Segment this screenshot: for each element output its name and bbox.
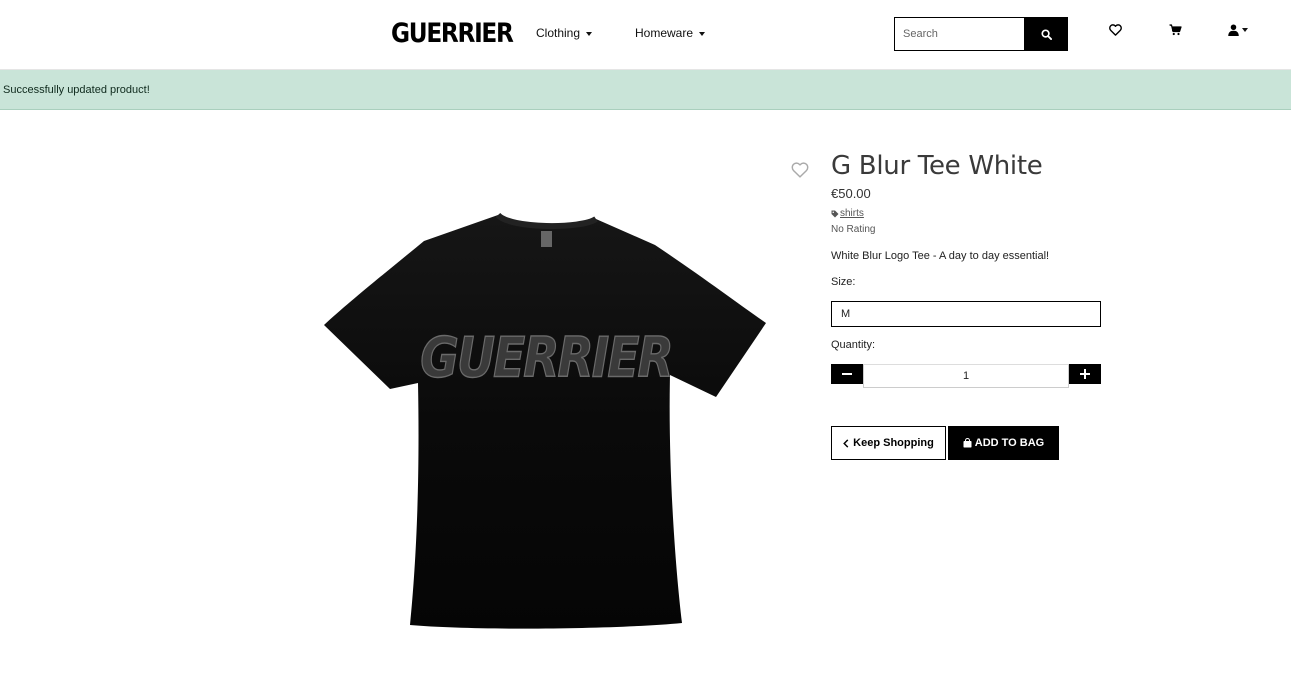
add-to-wishlist-button[interactable] xyxy=(791,162,809,183)
product-price: €50.00 xyxy=(831,186,871,201)
add-to-bag-button[interactable]: ADD TO BAG xyxy=(948,426,1059,460)
quantity-input[interactable] xyxy=(863,364,1069,388)
chevron-left-icon xyxy=(843,438,849,448)
size-label: Size: xyxy=(831,276,856,288)
product-description: White Blur Logo Tee - A day to day essen… xyxy=(831,250,1050,262)
account-menu[interactable] xyxy=(1228,22,1248,38)
success-alert: Successfully updated product! xyxy=(0,70,1291,110)
cart-icon xyxy=(1169,24,1182,36)
category-link[interactable]: shirts xyxy=(840,208,864,219)
chevron-down-icon xyxy=(699,31,706,36)
add-to-bag-label: ADD TO BAG xyxy=(974,437,1045,449)
heart-icon xyxy=(1109,24,1122,36)
chevron-down-icon xyxy=(1242,28,1248,32)
decrement-quantity-button[interactable] xyxy=(831,364,863,384)
chevron-down-icon xyxy=(586,31,593,36)
search-input[interactable] xyxy=(894,17,1024,51)
keep-shopping-label: Keep Shopping xyxy=(853,437,934,449)
size-value: M xyxy=(841,308,851,320)
plus-icon xyxy=(1080,369,1090,379)
nav-homeware-label: Homeware xyxy=(635,26,694,40)
product-image: GUERRIER xyxy=(320,205,772,635)
quantity-label: Quantity: xyxy=(831,339,876,351)
search-form xyxy=(894,17,1068,51)
shopping-bag-icon xyxy=(963,438,972,448)
product-category: shirts xyxy=(831,208,864,219)
search-icon xyxy=(1040,28,1052,40)
search-button[interactable] xyxy=(1024,17,1068,51)
heart-icon xyxy=(791,162,809,178)
user-icon xyxy=(1228,24,1239,36)
nav-homeware[interactable]: Homeware xyxy=(635,26,706,40)
size-select[interactable]: M xyxy=(831,301,1101,327)
alert-message: Successfully updated product! xyxy=(3,83,150,96)
site-header: GUERRIER Clothing Homeware xyxy=(0,0,1291,70)
cart-link[interactable] xyxy=(1169,22,1182,38)
quantity-stepper xyxy=(831,364,1101,388)
site-logo[interactable]: GUERRIER xyxy=(391,18,514,50)
wishlist-link[interactable] xyxy=(1109,22,1122,38)
tag-icon xyxy=(831,210,839,217)
keep-shopping-button[interactable]: Keep Shopping xyxy=(831,426,946,460)
shirt-print-text: GUERRIER xyxy=(420,326,671,391)
nav-clothing-label: Clothing xyxy=(536,26,581,40)
minus-icon xyxy=(842,373,852,375)
nav-clothing[interactable]: Clothing xyxy=(536,26,593,40)
increment-quantity-button[interactable] xyxy=(1069,364,1101,384)
product-rating: No Rating xyxy=(831,224,876,235)
product-title: G Blur Tee White xyxy=(831,151,1043,181)
